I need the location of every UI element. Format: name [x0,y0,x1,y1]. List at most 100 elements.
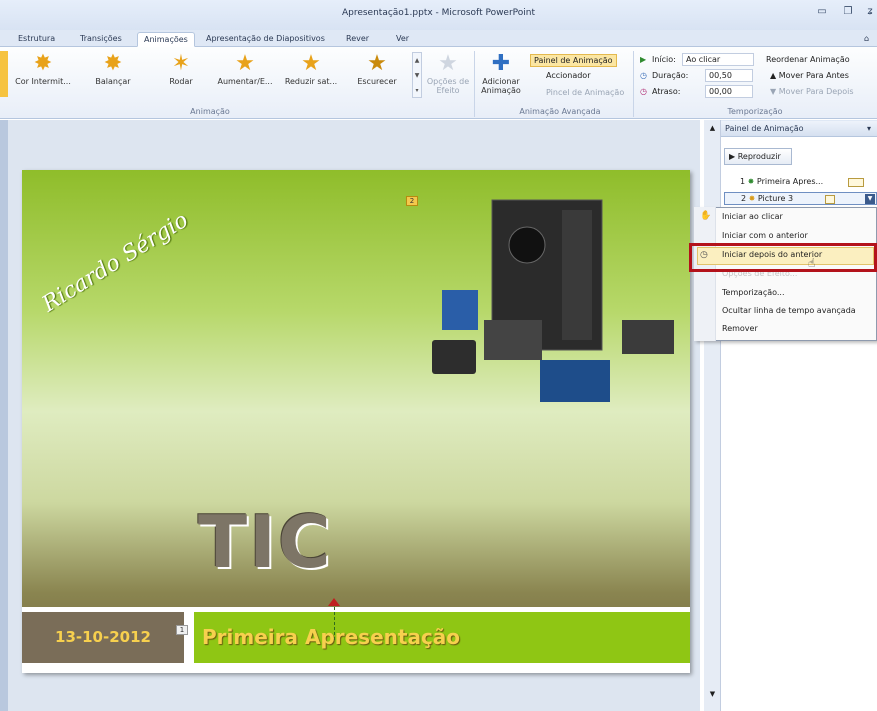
duration-icon: ◷ [640,71,647,80]
pc-tower-bays [562,210,592,340]
workspace-left-edge [0,120,8,711]
menu-hide-advanced-timeline[interactable]: Ocultar linha de tempo avançada [722,306,856,322]
add-animation-label: Adicionar Animação [481,77,521,95]
animation-list-item-2[interactable]: 2 ✸ Picture 3 ▼ [724,192,877,205]
start-label: Início: [652,55,676,64]
effect-escurecer[interactable]: ★ Escurecer [348,51,406,97]
slide-canvas[interactable]: Ricardo Sérgio 2 TIC 13-10-2012 1 Primei… [22,170,690,673]
delay-field[interactable]: 00,00 [705,85,753,98]
effect-label: Balançar [95,77,131,86]
motion-path-start-icon[interactable] [328,598,340,606]
ribbon-separator [474,51,475,117]
start-select[interactable]: Ao clicar [682,53,754,66]
gallery-selected-edge[interactable] [0,51,8,97]
animation-list-item-1[interactable]: 1 ✸ Primeira Apres... [724,176,877,189]
menu-start-on-click[interactable]: Iniciar ao clicar [722,212,783,228]
powerpoint-window: Apresentação1.pptx - Microsoft PowerPoin… [0,0,877,711]
trigger-button[interactable]: Accionador [546,71,590,80]
animation-marker-2[interactable]: 2 [406,196,418,206]
effect-label: Aumentar/E... [217,77,273,86]
ribbon-separator [633,51,634,117]
tab-estrutura[interactable]: Estrutura [12,32,61,47]
effect-cor-intermitente[interactable]: ✸ Cor Intermit... [14,51,72,97]
animation-marker-1[interactable]: 1 [176,625,188,635]
entrance-effect-icon: ✸ [747,177,755,186]
heading-tic: TIC [198,500,333,584]
star-icon: ★ [438,51,458,76]
pane-menu-icon[interactable]: ▾ [867,124,871,133]
slide-title-box[interactable]: Primeira Apresentação [194,612,690,663]
ribbon-tabs: Estrutura Transições Animações Apresenta… [0,30,877,47]
move-later-label: Mover Para Depois [778,87,854,96]
window-title: Apresentação1.pptx - Microsoft PowerPoin… [341,8,536,18]
motion-path-line [334,602,335,640]
minimize-icon[interactable]: ▭ [814,6,830,20]
computer-hardware-image[interactable] [422,190,682,410]
effect-label: Escurecer [357,77,397,86]
play-label: Reproduzir [737,152,781,161]
timing-bar[interactable] [848,178,864,187]
menu-remove[interactable]: Remover [722,324,758,340]
ribbon: ✸ Cor Intermit... ✸ Balançar ✶ Rodar ★ A… [0,47,877,119]
item-dropdown-icon[interactable]: ▼ [865,194,875,204]
tab-rever[interactable]: Rever [340,32,375,47]
effect-balancar[interactable]: ✸ Balançar [84,51,142,97]
highlight-annotation-box [689,243,877,272]
add-animation-button[interactable]: ✚ Adicionar Animação [478,51,524,97]
move-earlier-label: Mover Para Antes [778,71,849,80]
scroll-up-icon[interactable]: ▲ [704,124,721,132]
duration-label: Duração: [652,71,689,80]
effect-label: Cor Intermit... [15,77,71,86]
mouse-pointer-icon: ☝ [808,256,816,270]
group-label-animacao: Animação [190,107,230,116]
ribbon-collapse-icon[interactable]: ⌂ [858,32,875,47]
effect-rodar[interactable]: ✶ Rodar [152,51,210,97]
animation-pane-title: Painel de Animação [725,124,804,133]
star-icon: ✶ [171,51,191,76]
restore-icon[interactable]: ❐ [840,6,856,20]
effect-options-label: Opções de Efeito [426,77,470,95]
tab-apresentacao[interactable]: Apresentação de Diapositivos [200,32,331,47]
date-box[interactable]: 13-10-2012 [22,612,184,663]
scroll-down-icon[interactable]: ▼ [704,690,721,698]
emphasis-effect-icon: ✸ [748,194,756,203]
add-star-icon: ✚ [491,51,511,76]
tab-ver[interactable]: Ver [390,32,415,47]
move-earlier-button[interactable]: ▲ Mover Para Antes [770,71,849,80]
animation-pane-header: Painel de Animação ▾ [721,121,877,137]
animation-pane-button[interactable]: Painel de Animação [530,54,617,67]
effect-reduzir-saturacao[interactable]: ★ Reduzir sat... [282,51,340,97]
tab-transicoes[interactable]: Transições [74,32,128,47]
signature-text: Ricardo Sérgio [38,207,193,318]
effect-aumentar[interactable]: ★ Aumentar/E... [216,51,274,97]
effect-options-button[interactable]: ★ Opções de Efeito [424,51,472,97]
gallery-scroll[interactable]: ▲ ▼ ▾ [412,52,422,98]
graphics-card [622,320,674,354]
item-number: 1 [740,177,746,186]
star-icon: ★ [301,51,321,76]
start-icon: ▶ [640,55,647,64]
effect-label: Rodar [169,77,193,86]
duration-field[interactable]: 00,50 [705,69,753,82]
close-icon[interactable]: ʑ [862,6,877,20]
title-bar: Apresentação1.pptx - Microsoft PowerPoin… [0,0,877,30]
move-later-button[interactable]: ▼ Mover Para Depois [770,87,854,96]
animation-painter-button[interactable]: Pincel de Animação [546,88,624,97]
star-icon: ✸ [33,51,53,76]
item-number: 2 [741,194,747,203]
menu-timing[interactable]: Temporização... [722,288,785,304]
star-icon: ✸ [103,51,123,76]
delay-icon: ◷ [640,87,647,96]
mouse-click-icon: ✋ [700,211,712,221]
pc-fan [508,226,546,264]
tab-animacoes[interactable]: Animações [137,32,195,47]
timing-bar[interactable] [825,195,835,204]
hard-drive [432,340,476,374]
item-label: Picture 3 [757,194,794,203]
play-button[interactable]: ▶ Reproduzir [724,148,792,165]
triangle-up-icon: ▲ [770,71,779,80]
item-label: Primeira Apres... [756,177,824,186]
play-icon: ▶ [729,152,738,161]
power-supply [484,320,542,360]
delay-label: Atraso: [652,87,681,96]
